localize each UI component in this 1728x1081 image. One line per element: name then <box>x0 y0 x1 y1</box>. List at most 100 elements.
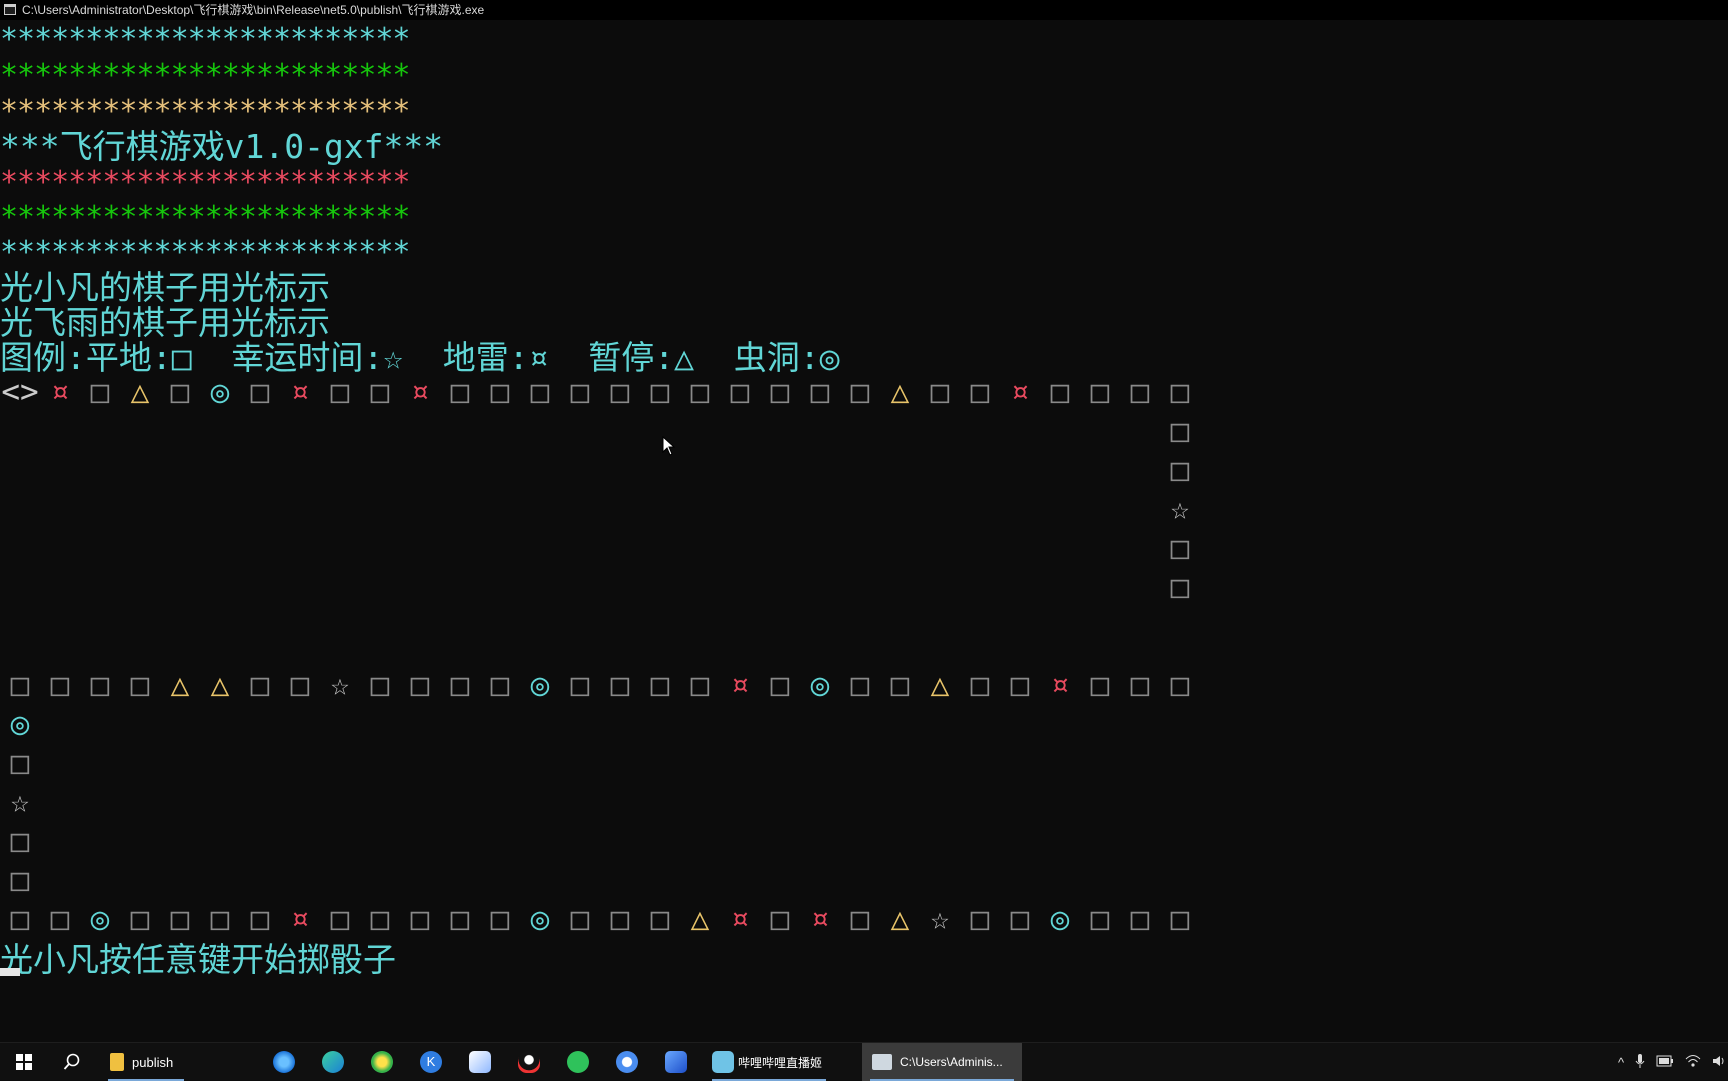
taskbar-bilibili-live[interactable]: 哔哩哔哩直播姬 <box>704 1043 834 1081</box>
k-app-icon: K <box>420 1051 442 1073</box>
map-cell-pause: △ <box>210 667 230 703</box>
map-cell-sq: □ <box>10 901 30 937</box>
map-cell-pause: △ <box>930 667 950 703</box>
map-cell-sq: □ <box>850 374 870 410</box>
window-title: C:\Users\Administrator\Desktop\飞行棋游戏\bin… <box>22 3 485 17</box>
map-cell-sq: □ <box>1090 374 1110 410</box>
map-cell-worm: ◎ <box>530 667 550 703</box>
window-titlebar[interactable]: C:\Users\Administrator\Desktop\飞行棋游戏\bin… <box>0 0 1728 20</box>
map-cell-sq: □ <box>10 862 30 898</box>
map-cell-sq: □ <box>690 374 710 410</box>
star-row-3: ************************ <box>0 94 410 129</box>
console-output: ************************ ***************… <box>0 20 1728 1042</box>
game-title: ***飞行棋游戏v1.0-gxf*** <box>0 127 444 166</box>
browser-q-icon <box>273 1051 295 1073</box>
feather-icon <box>665 1051 687 1073</box>
map-cell-sq: □ <box>1170 413 1190 449</box>
text-cursor <box>0 968 20 976</box>
map-cell-sq: □ <box>850 667 870 703</box>
star-row-6: ************************ <box>0 235 410 270</box>
dice-prompt: 光小凡按任意键开始掷骰子 <box>0 940 396 979</box>
map-cell-sq: □ <box>50 667 70 703</box>
map-cell-worm: ◎ <box>810 667 830 703</box>
map-cell-hole: ¤ <box>1010 374 1030 410</box>
map-cell-sq: □ <box>90 667 110 703</box>
map-cell-sq: □ <box>90 374 110 410</box>
taskbar-console-window[interactable]: C:\Users\Adminis... <box>862 1043 1022 1081</box>
taskbar-k-app[interactable]: K <box>409 1043 453 1081</box>
taskbar-feather[interactable] <box>654 1043 698 1081</box>
map-cell-pause: △ <box>130 374 150 410</box>
map-cell-sq: □ <box>450 667 470 703</box>
wifi-icon[interactable] <box>1685 1054 1701 1071</box>
map-cell-sq: □ <box>730 374 750 410</box>
map-cell-sq: □ <box>570 901 590 937</box>
map-cell-sq: □ <box>250 667 270 703</box>
search-icon[interactable] <box>50 1043 94 1081</box>
map-cell-sq: □ <box>490 901 510 937</box>
taskbar-explorer-label: publish <box>132 1054 174 1070</box>
map-cell-sq: □ <box>1090 901 1110 937</box>
taskbar-green-app[interactable] <box>360 1043 404 1081</box>
map-cell-sq: □ <box>330 374 350 410</box>
map-cell-sq: □ <box>490 667 510 703</box>
map-cell-sq: □ <box>1090 667 1110 703</box>
map-cell-sq: □ <box>610 667 630 703</box>
map-cell-sq: □ <box>170 901 190 937</box>
volume-icon[interactable] <box>1712 1054 1726 1071</box>
map-cell-sq: □ <box>570 374 590 410</box>
console-icon <box>872 1054 892 1070</box>
map-cell-sq: □ <box>850 901 870 937</box>
console-window-icon <box>4 4 16 15</box>
map-cell-sq: □ <box>10 823 30 859</box>
microphone-icon[interactable] <box>1635 1053 1645 1072</box>
taskbar-blue-bird[interactable] <box>605 1043 649 1081</box>
map-cell-lucky: ☆ <box>930 901 950 937</box>
map-cell-sq: □ <box>1170 452 1190 488</box>
map-cell-sq: □ <box>570 667 590 703</box>
map-cell-sq: □ <box>130 901 150 937</box>
map-cell-pause: △ <box>170 667 190 703</box>
map-cell-sq: □ <box>610 901 630 937</box>
qq-penguin-icon <box>518 1051 540 1073</box>
map-cell-sq: □ <box>930 374 950 410</box>
blue-bird-icon <box>616 1051 638 1073</box>
map-cell-sq: □ <box>250 901 270 937</box>
windows-start-icon[interactable] <box>0 1043 48 1081</box>
file-explorer-icon <box>110 1053 124 1071</box>
map-cell-sq: □ <box>970 901 990 937</box>
wechat-icon <box>567 1051 589 1073</box>
taskbar-qq[interactable] <box>507 1043 551 1081</box>
map-cell-sq: □ <box>970 374 990 410</box>
map-cell-sq: □ <box>610 374 630 410</box>
taskbar-photos[interactable] <box>458 1043 502 1081</box>
map-cell-sq: □ <box>130 667 150 703</box>
map-cell-sq: □ <box>1010 667 1030 703</box>
map-cell-sq: □ <box>50 901 70 937</box>
map-cell-sq: □ <box>890 667 910 703</box>
map-cell-sq: □ <box>1170 374 1190 410</box>
map-cell-hole: ¤ <box>50 374 70 410</box>
map-cell-hole: ¤ <box>730 667 750 703</box>
map-cell-worm: ◎ <box>90 901 110 937</box>
chevron-up-icon[interactable]: ^ <box>1618 1055 1624 1070</box>
map-cell-pause: △ <box>890 374 910 410</box>
taskbar-browser-q[interactable] <box>262 1043 306 1081</box>
map-cell-sq: □ <box>650 667 670 703</box>
map-cell-pause: △ <box>890 901 910 937</box>
map-cell-sq: □ <box>770 667 790 703</box>
map-cell-hole: ¤ <box>290 901 310 937</box>
star-row-5: ************************ <box>0 200 410 235</box>
taskbar-explorer-publish[interactable]: publish <box>100 1043 192 1081</box>
battery-icon[interactable] <box>1656 1055 1674 1070</box>
taskbar-wechat[interactable] <box>556 1043 600 1081</box>
taskbar-console-label: C:\Users\Adminis... <box>900 1055 1003 1069</box>
map-legend: 图例:平地:□ 幸运时间:☆ 地雷:¤ 暂停:△ 虫洞:◎ <box>0 338 840 377</box>
map-cell-sq: □ <box>970 667 990 703</box>
map-cell-sq: □ <box>330 901 350 937</box>
map-cell-worm: ◎ <box>10 706 30 742</box>
system-tray: ^ <box>1618 1043 1726 1081</box>
map-cell-sq: □ <box>450 901 470 937</box>
taskbar-edge[interactable] <box>311 1043 355 1081</box>
map-cell-sq: □ <box>1130 667 1150 703</box>
